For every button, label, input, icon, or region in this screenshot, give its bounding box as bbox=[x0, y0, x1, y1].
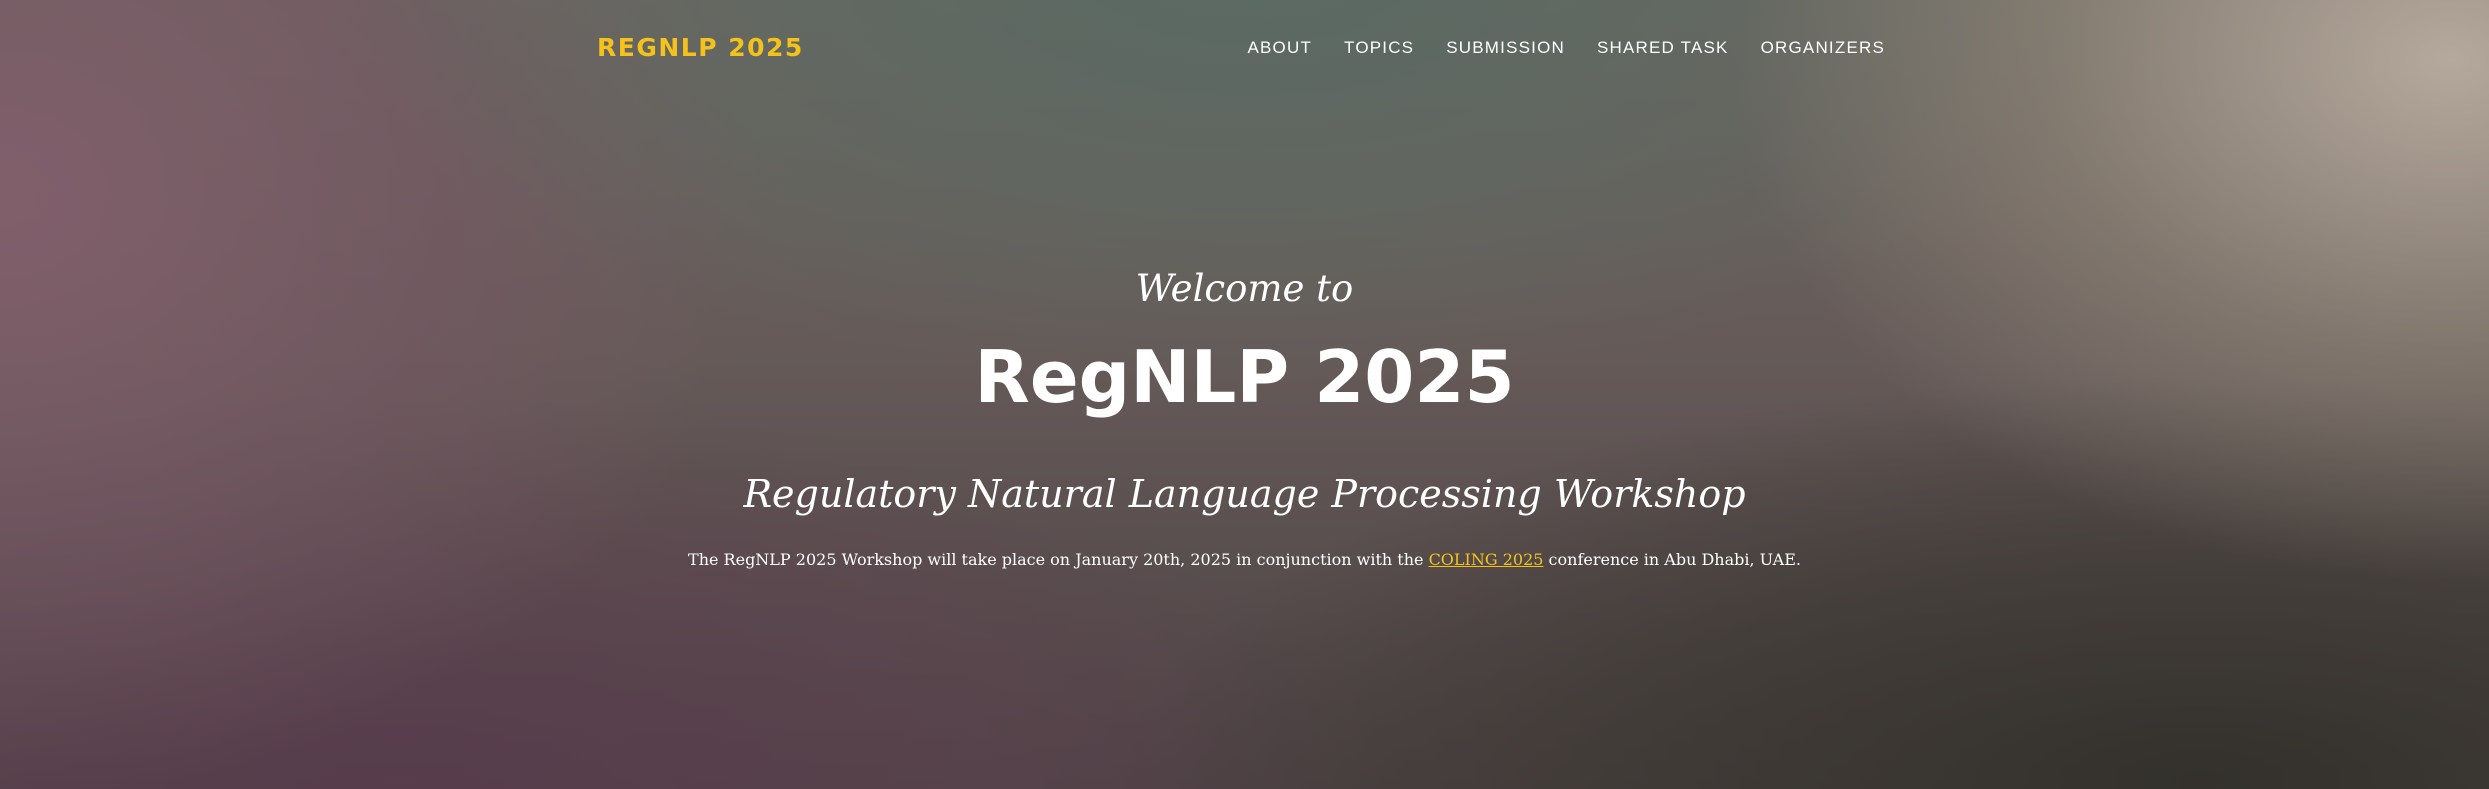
coling-2025-link[interactable]: COLING 2025 bbox=[1429, 550, 1544, 569]
event-description: The RegNLP 2025 Workshop will take place… bbox=[0, 548, 2489, 572]
page-subtitle: Regulatory Natural Language Processing W… bbox=[743, 472, 1746, 516]
hero-section: Welcome to RegNLP 2025 Regulatory Natura… bbox=[0, 0, 2489, 789]
description-text-before: The RegNLP 2025 Workshop will take place… bbox=[688, 550, 1429, 569]
welcome-text: Welcome to bbox=[1135, 267, 1354, 310]
page-title: RegNLP 2025 bbox=[974, 335, 1515, 419]
description-text-after: conference in Abu Dhabi, UAE. bbox=[1543, 550, 1801, 569]
